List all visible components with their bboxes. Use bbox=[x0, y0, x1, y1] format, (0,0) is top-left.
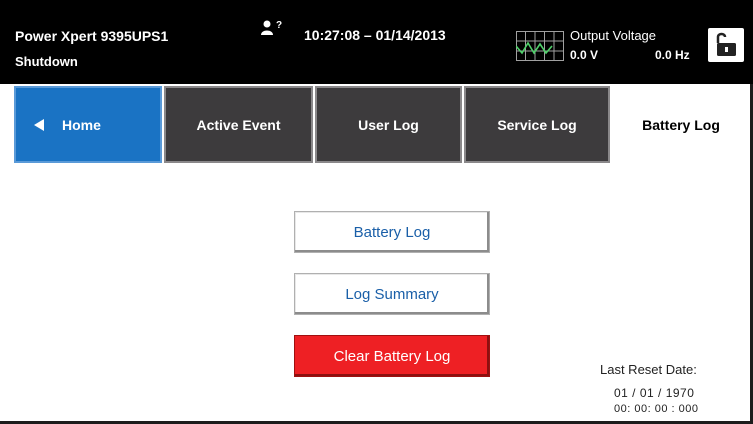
tab-home-label: Home bbox=[62, 116, 101, 133]
tab-battery-log-label: Battery Log bbox=[642, 116, 720, 133]
lock-button[interactable] bbox=[708, 28, 744, 62]
output-voltage-value: 0.0 V bbox=[570, 48, 599, 62]
last-reset-time: 00: 00: 00 : 000 bbox=[614, 403, 699, 415]
unlocked-padlock-icon bbox=[716, 32, 736, 56]
tab-service-log-label: Service Log bbox=[497, 116, 577, 133]
clear-battery-log-button[interactable]: Clear Battery Log bbox=[294, 335, 490, 377]
back-triangle-icon bbox=[34, 118, 44, 131]
log-summary-button[interactable]: Log Summary bbox=[294, 273, 490, 315]
status-header: Power Xpert 9395UPS1 Shutdown ? 10:27:08… bbox=[0, 0, 753, 84]
last-reset-date: 01 / 01 / 1970 bbox=[614, 386, 695, 400]
tab-active-event-label: Active Event bbox=[196, 116, 281, 133]
device-state: Shutdown bbox=[15, 54, 78, 69]
tab-active-event[interactable]: Active Event bbox=[164, 86, 313, 163]
last-reset-label: Last Reset Date: bbox=[600, 362, 697, 377]
output-frequency-value: 0.0 Hz bbox=[655, 48, 690, 62]
tab-user-log[interactable]: User Log bbox=[315, 86, 462, 163]
tab-home[interactable]: Home bbox=[14, 86, 162, 163]
waveform-meter-icon bbox=[516, 31, 564, 61]
user-level: ? bbox=[276, 20, 282, 31]
datetime: 10:27:08 – 01/14/2013 bbox=[304, 27, 446, 43]
tab-battery-log[interactable]: Battery Log bbox=[612, 86, 750, 163]
user-access-icon[interactable]: ? bbox=[260, 19, 288, 37]
output-voltage-label: Output Voltage bbox=[570, 28, 657, 43]
tab-user-log-label: User Log bbox=[358, 116, 419, 133]
device-name: Power Xpert 9395UPS1 bbox=[15, 28, 169, 44]
battery-log-button[interactable]: Battery Log bbox=[294, 211, 490, 253]
tab-service-log[interactable]: Service Log bbox=[464, 86, 610, 163]
